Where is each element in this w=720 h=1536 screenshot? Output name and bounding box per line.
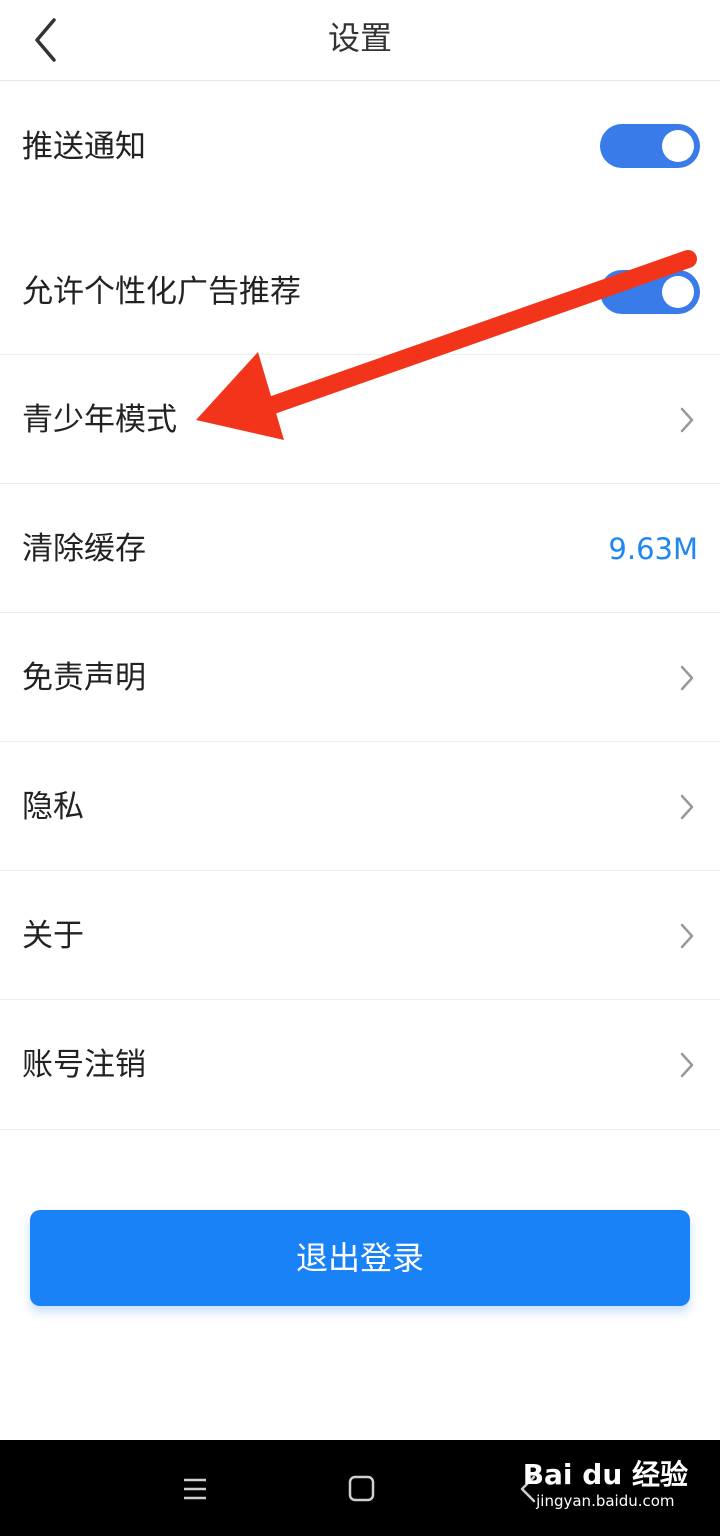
watermark-logo: Bai du 经验	[522, 1458, 688, 1491]
home-button[interactable]	[342, 1470, 382, 1510]
privacy-label: 隐私	[22, 789, 84, 825]
youth-label: 青少年模式	[22, 402, 177, 438]
home-square-icon	[348, 1475, 375, 1502]
page-title: 设置	[327, 19, 392, 57]
settings-row-youth[interactable]: 青少年模式	[0, 355, 720, 484]
settings-row-disclaimer[interactable]: 免责声明	[0, 613, 720, 742]
cache-size-value: 9.63M	[608, 532, 698, 566]
account-label: 账号注销	[22, 1047, 146, 1083]
settings-row-ads: 允许个性化广告推荐	[0, 211, 720, 355]
ads-label: 允许个性化广告推荐	[22, 274, 301, 310]
settings-row-privacy[interactable]: 隐私	[0, 742, 720, 871]
recent-apps-button[interactable]	[176, 1470, 216, 1510]
chevron-right-icon	[680, 1052, 694, 1078]
settings-row-cache[interactable]: 清除缓存 9.63M	[0, 484, 720, 613]
chevron-right-icon	[680, 407, 694, 433]
chevron-right-icon	[680, 665, 694, 691]
menu-icon	[184, 1478, 206, 1500]
toggle-knob	[662, 276, 694, 308]
push-label: 推送通知	[22, 129, 146, 165]
disclaimer-label: 免责声明	[22, 660, 146, 696]
about-label: 关于	[22, 918, 84, 954]
settings-row-about[interactable]: 关于	[0, 871, 720, 1000]
settings-row-account[interactable]: 账号注销	[0, 1000, 720, 1130]
chevron-right-icon	[680, 794, 694, 820]
watermark-url: jingyan.baidu.com	[536, 1492, 675, 1510]
logout-button[interactable]: 退出登录	[30, 1210, 690, 1306]
top-app-bar: 设置	[0, 0, 720, 81]
cache-label: 清除缓存	[22, 531, 146, 567]
baidu-jingyan-watermark: Bai du 经验 jingyan.baidu.com	[523, 1458, 688, 1510]
push-toggle[interactable]	[600, 124, 700, 168]
ads-toggle[interactable]	[600, 270, 700, 314]
system-navigation-bar: Bai du 经验 jingyan.baidu.com	[0, 1440, 720, 1536]
toggle-knob	[662, 130, 694, 162]
chevron-right-icon	[680, 923, 694, 949]
settings-row-push: 推送通知	[0, 81, 720, 211]
